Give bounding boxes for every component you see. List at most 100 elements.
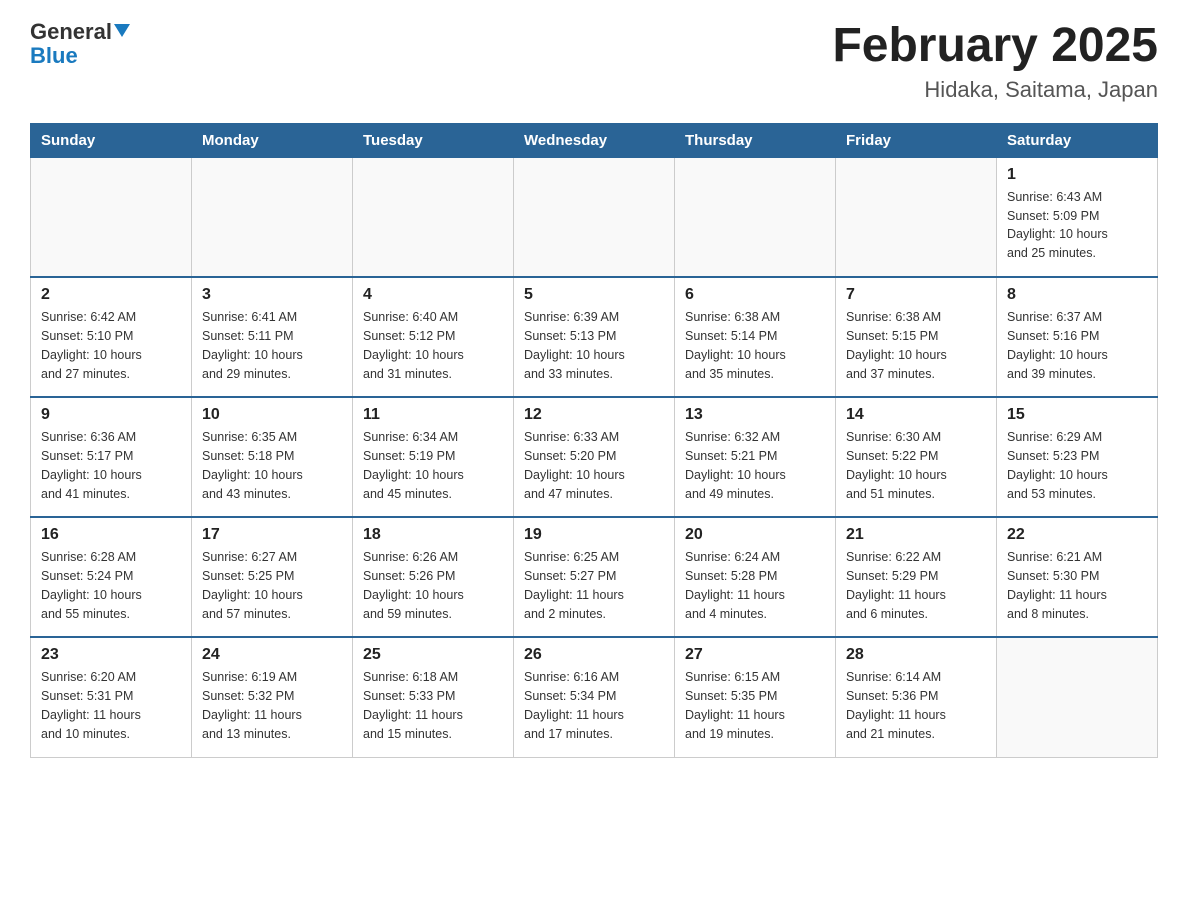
day-info: Sunrise: 6:15 AM Sunset: 5:35 PM Dayligh…: [685, 670, 785, 740]
weekday-header-sunday: Sunday: [31, 123, 192, 157]
day-info: Sunrise: 6:34 AM Sunset: 5:19 PM Dayligh…: [363, 430, 464, 500]
weekday-header-friday: Friday: [836, 123, 997, 157]
calendar-day-cell: 1 Sunrise: 6:43 AM Sunset: 5:09 PM Daylig…: [997, 157, 1158, 277]
calendar-day-cell: 16 Sunrise: 6:28 AM Sunset: 5:24 PM Dayli…: [31, 517, 192, 637]
weekday-header-thursday: Thursday: [675, 123, 836, 157]
day-info: Sunrise: 6:28 AM Sunset: 5:24 PM Dayligh…: [41, 550, 142, 620]
day-number: 2: [41, 286, 181, 304]
day-info: Sunrise: 6:29 AM Sunset: 5:23 PM Dayligh…: [1007, 430, 1108, 500]
day-info: Sunrise: 6:41 AM Sunset: 5:11 PM Dayligh…: [202, 310, 303, 380]
calendar-day-cell: 26Sunrise: 6:16 AM Sunset: 5:34 PM Dayli…: [514, 637, 675, 757]
weekday-header-row: SundayMondayTuesdayWednesdayThursdayFrid…: [31, 123, 1158, 157]
day-number: 21: [846, 526, 986, 544]
calendar-day-cell: [836, 157, 997, 277]
day-number: 19: [524, 526, 664, 544]
day-info: Sunrise: 6:39 AM Sunset: 5:13 PM Dayligh…: [524, 310, 625, 380]
day-info: Sunrise: 6:25 AM Sunset: 5:27 PM Dayligh…: [524, 550, 624, 620]
weekday-header-saturday: Saturday: [997, 123, 1158, 157]
calendar-day-cell: 27 Sunrise: 6:15 AM Sunset: 5:35 PM Dayli…: [675, 637, 836, 757]
day-number: 1: [1007, 166, 1147, 184]
month-title: February 2025: [832, 20, 1158, 73]
day-info: Sunrise: 6:32 AM Sunset: 5:21 PM Dayligh…: [685, 430, 786, 500]
day-number: 6: [685, 286, 825, 304]
day-number: 23: [41, 646, 181, 664]
calendar-day-cell: 28Sunrise: 6:14 AM Sunset: 5:36 PM Dayli…: [836, 637, 997, 757]
day-number: 22: [1007, 526, 1147, 544]
day-info: Sunrise: 6:16 AM Sunset: 5:34 PM Dayligh…: [524, 670, 624, 740]
calendar-day-cell: 6Sunrise: 6:38 AM Sunset: 5:14 PM Daylig…: [675, 277, 836, 397]
calendar-day-cell: 5 Sunrise: 6:39 AM Sunset: 5:13 PM Daylig…: [514, 277, 675, 397]
location-title: Hidaka, Saitama, Japan: [832, 77, 1158, 103]
day-info: Sunrise: 6:22 AM Sunset: 5:29 PM Dayligh…: [846, 550, 946, 620]
calendar-day-cell: 18 Sunrise: 6:26 AM Sunset: 5:26 PM Dayli…: [353, 517, 514, 637]
day-info: Sunrise: 6:20 AM Sunset: 5:31 PM Dayligh…: [41, 670, 141, 740]
day-info: Sunrise: 6:30 AM Sunset: 5:22 PM Dayligh…: [846, 430, 947, 500]
day-info: Sunrise: 6:27 AM Sunset: 5:25 PM Dayligh…: [202, 550, 303, 620]
calendar-table: SundayMondayTuesdayWednesdayThursdayFrid…: [30, 123, 1158, 758]
calendar-day-cell: 15 Sunrise: 6:29 AM Sunset: 5:23 PM Dayli…: [997, 397, 1158, 517]
calendar-day-cell: 2 Sunrise: 6:42 AM Sunset: 5:10 PM Daylig…: [31, 277, 192, 397]
calendar-week-row: 2 Sunrise: 6:42 AM Sunset: 5:10 PM Daylig…: [31, 277, 1158, 397]
title-block: February 2025 Hidaka, Saitama, Japan: [832, 20, 1158, 103]
calendar-day-cell: 4 Sunrise: 6:40 AM Sunset: 5:12 PM Daylig…: [353, 277, 514, 397]
weekday-header-monday: Monday: [192, 123, 353, 157]
day-info: Sunrise: 6:37 AM Sunset: 5:16 PM Dayligh…: [1007, 310, 1108, 380]
day-number: 5: [524, 286, 664, 304]
day-number: 11: [363, 406, 503, 424]
calendar-week-row: 1 Sunrise: 6:43 AM Sunset: 5:09 PM Daylig…: [31, 157, 1158, 277]
day-number: 16: [41, 526, 181, 544]
calendar-week-row: 16 Sunrise: 6:28 AM Sunset: 5:24 PM Dayli…: [31, 517, 1158, 637]
calendar-day-cell: 21 Sunrise: 6:22 AM Sunset: 5:29 PM Dayli…: [836, 517, 997, 637]
calendar-day-cell: [353, 157, 514, 277]
calendar-day-cell: 14 Sunrise: 6:30 AM Sunset: 5:22 PM Dayli…: [836, 397, 997, 517]
day-number: 17: [202, 526, 342, 544]
day-number: 10: [202, 406, 342, 424]
calendar-day-cell: 3 Sunrise: 6:41 AM Sunset: 5:11 PM Daylig…: [192, 277, 353, 397]
weekday-header-tuesday: Tuesday: [353, 123, 514, 157]
calendar-day-cell: 9 Sunrise: 6:36 AM Sunset: 5:17 PM Daylig…: [31, 397, 192, 517]
day-info: Sunrise: 6:21 AM Sunset: 5:30 PM Dayligh…: [1007, 550, 1107, 620]
calendar-week-row: 9 Sunrise: 6:36 AM Sunset: 5:17 PM Daylig…: [31, 397, 1158, 517]
day-info: Sunrise: 6:42 AM Sunset: 5:10 PM Dayligh…: [41, 310, 142, 380]
day-number: 13: [685, 406, 825, 424]
logo-blue-text: Blue: [30, 44, 78, 68]
calendar-day-cell: [675, 157, 836, 277]
day-number: 4: [363, 286, 503, 304]
day-number: 27: [685, 646, 825, 664]
weekday-header-wednesday: Wednesday: [514, 123, 675, 157]
day-info: Sunrise: 6:24 AM Sunset: 5:28 PM Dayligh…: [685, 550, 785, 620]
day-number: 25: [363, 646, 503, 664]
day-info: Sunrise: 6:35 AM Sunset: 5:18 PM Dayligh…: [202, 430, 303, 500]
logo: General Blue: [30, 20, 130, 68]
calendar-day-cell: 10 Sunrise: 6:35 AM Sunset: 5:18 PM Dayli…: [192, 397, 353, 517]
day-info: Sunrise: 6:38 AM Sunset: 5:15 PM Dayligh…: [846, 310, 947, 380]
calendar-day-cell: [514, 157, 675, 277]
calendar-day-cell: [192, 157, 353, 277]
day-number: 7: [846, 286, 986, 304]
calendar-day-cell: 25Sunrise: 6:18 AM Sunset: 5:33 PM Dayli…: [353, 637, 514, 757]
calendar-day-cell: 19 Sunrise: 6:25 AM Sunset: 5:27 PM Dayli…: [514, 517, 675, 637]
day-info: Sunrise: 6:26 AM Sunset: 5:26 PM Dayligh…: [363, 550, 464, 620]
calendar-day-cell: 17 Sunrise: 6:27 AM Sunset: 5:25 PM Dayli…: [192, 517, 353, 637]
calendar-day-cell: 13 Sunrise: 6:32 AM Sunset: 5:21 PM Dayli…: [675, 397, 836, 517]
day-info: Sunrise: 6:40 AM Sunset: 5:12 PM Dayligh…: [363, 310, 464, 380]
calendar-day-cell: 11 Sunrise: 6:34 AM Sunset: 5:19 PM Dayli…: [353, 397, 514, 517]
day-number: 18: [363, 526, 503, 544]
day-number: 24: [202, 646, 342, 664]
calendar-day-cell: 7 Sunrise: 6:38 AM Sunset: 5:15 PM Daylig…: [836, 277, 997, 397]
day-number: 20: [685, 526, 825, 544]
day-number: 9: [41, 406, 181, 424]
day-info: Sunrise: 6:36 AM Sunset: 5:17 PM Dayligh…: [41, 430, 142, 500]
calendar-day-cell: 8Sunrise: 6:37 AM Sunset: 5:16 PM Daylig…: [997, 277, 1158, 397]
calendar-day-cell: [31, 157, 192, 277]
day-info: Sunrise: 6:19 AM Sunset: 5:32 PM Dayligh…: [202, 670, 302, 740]
logo-triangle-icon: [114, 24, 130, 37]
calendar-day-cell: 22 Sunrise: 6:21 AM Sunset: 5:30 PM Dayli…: [997, 517, 1158, 637]
day-number: 14: [846, 406, 986, 424]
calendar-week-row: 23 Sunrise: 6:20 AM Sunset: 5:31 PM Dayli…: [31, 637, 1158, 757]
page-header: General Blue February 2025 Hidaka, Saita…: [30, 20, 1158, 103]
day-info: Sunrise: 6:43 AM Sunset: 5:09 PM Dayligh…: [1007, 190, 1108, 260]
day-number: 3: [202, 286, 342, 304]
day-info: Sunrise: 6:14 AM Sunset: 5:36 PM Dayligh…: [846, 670, 946, 740]
day-number: 15: [1007, 406, 1147, 424]
